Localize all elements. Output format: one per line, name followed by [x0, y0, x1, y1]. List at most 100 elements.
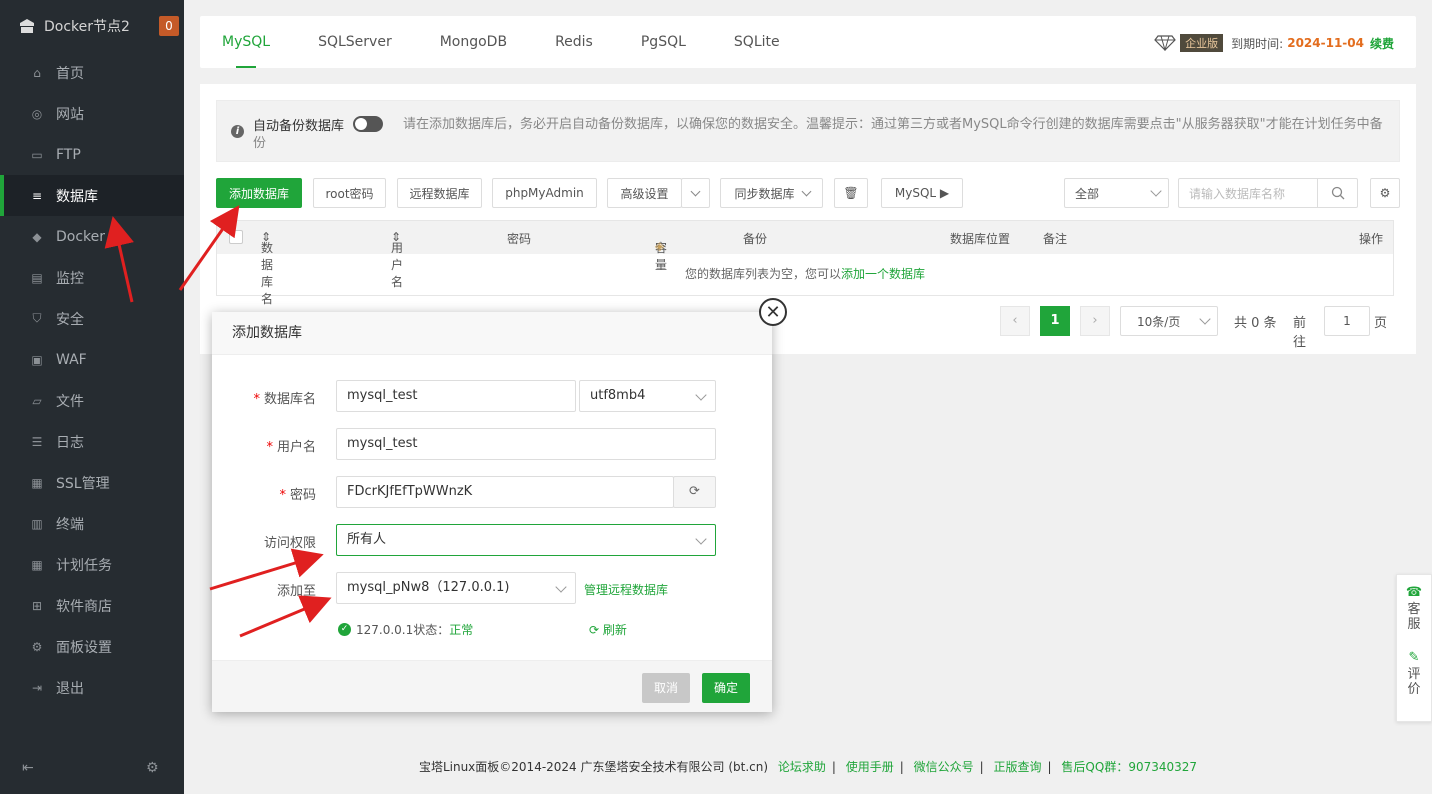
- add-database-button[interactable]: 添加数据库: [216, 178, 302, 208]
- footer-link-wechat[interactable]: 微信公众号: [914, 760, 974, 774]
- access-value: 所有人: [347, 532, 387, 547]
- tab-sqlite[interactable]: SQLite: [708, 16, 802, 68]
- select-all-checkbox[interactable]: [229, 230, 243, 244]
- footer-link-manual[interactable]: 使用手册: [846, 760, 894, 774]
- sidebar-item-log[interactable]: ☰ 日志: [0, 421, 184, 462]
- next-page-button[interactable]: ›: [1080, 306, 1110, 336]
- collapse-menu-icon[interactable]: ⇤: [22, 760, 34, 776]
- add-db-link[interactable]: 添加一个数据库: [841, 267, 925, 281]
- sidebar-item-shield[interactable]: ⛉ 安全: [0, 298, 184, 339]
- customer-service-button[interactable]: ☎ 客服: [1397, 585, 1431, 632]
- sidebar-item-calendar[interactable]: ▦ 计划任务: [0, 544, 184, 585]
- expire-label: 到期时间:: [1231, 36, 1284, 51]
- access-label: 访问权限: [263, 536, 316, 551]
- remote-db-button[interactable]: 远程数据库: [397, 178, 482, 208]
- tab-sqlserver[interactable]: SQLServer: [292, 16, 414, 68]
- refresh-icon: ⟳: [589, 623, 600, 637]
- status-value: 正常: [449, 623, 474, 637]
- empty-text: 您的数据库列表为空，您可以: [684, 267, 841, 281]
- username-label: * 用户名: [266, 440, 316, 455]
- alert-badge[interactable]: 0: [159, 16, 179, 36]
- col-note: 备注: [1043, 232, 1068, 246]
- chevron-down-icon: [1199, 313, 1211, 325]
- cancel-button[interactable]: 取消: [642, 673, 691, 703]
- sidebar-item-logout[interactable]: ⇥ 退出: [0, 667, 184, 708]
- sidebar-item-label: 退出: [56, 680, 84, 697]
- delete-button[interactable]: 🗑: [834, 178, 868, 208]
- sidebar-item-home[interactable]: ⌂ 首页: [0, 52, 184, 93]
- phpmyadmin-button[interactable]: phpMyAdmin: [492, 178, 597, 208]
- edition-info: 企业版 到期时间: 2024-11-04 续费: [1154, 34, 1394, 52]
- root-password-button[interactable]: root密码: [313, 178, 386, 208]
- password-label-text: 密码: [289, 488, 316, 503]
- db-name-input[interactable]: mysql_test: [336, 380, 576, 412]
- col-password: 密码: [507, 232, 532, 246]
- sidebar-settings-icon[interactable]: ⚙: [146, 760, 159, 776]
- col-username[interactable]: 用户名 ⇕: [391, 230, 403, 289]
- add-database-dialog: 添加数据库 * 数据库名 mysql_test utf8mb4 * 用户名 mysq…: [212, 312, 772, 712]
- charset-select[interactable]: utf8mb4: [579, 380, 716, 412]
- chevron-down-icon: [695, 533, 707, 545]
- terminal-icon: ▥: [31, 516, 43, 531]
- sidebar-item-monitor[interactable]: ▤ 监控: [0, 257, 184, 298]
- sidebar-item-apps[interactable]: ⊞ 软件商店: [0, 585, 184, 626]
- table-settings-button[interactable]: ⚙: [1370, 178, 1400, 208]
- footer-link-license[interactable]: 正版查询: [994, 760, 1042, 774]
- access-permission-select[interactable]: 所有人: [336, 524, 716, 556]
- sidebar: Docker节点2 0 ⌂ 首页 ◎ 网站 ▭ FTP ≡ 数据库 ◆ Docker ▤ 监控 ⛉ 安全 ▣…: [0, 0, 184, 794]
- charset-value: utf8mb4: [590, 388, 646, 403]
- page-current[interactable]: 1: [1040, 306, 1070, 336]
- advanced-dropdown-button[interactable]: [681, 178, 710, 208]
- status-text: 127.0.0.1状态：: [356, 623, 450, 637]
- close-dialog-icon[interactable]: ✕: [759, 298, 787, 326]
- service-label: 客服: [1407, 602, 1421, 632]
- sidebar-item-database[interactable]: ≡ 数据库: [0, 175, 184, 216]
- sidebar-item-ssl[interactable]: ▦ SSL管理: [0, 462, 184, 503]
- main-content: MySQL SQLServer MongoDB Redis PgSQL SQLi…: [200, 16, 1416, 354]
- sidebar-item-label: WAF: [56, 351, 87, 368]
- dialog-footer: 取消 确定: [212, 660, 772, 712]
- node-header[interactable]: Docker节点2 0: [0, 0, 184, 52]
- prev-page-button[interactable]: ‹: [1000, 306, 1030, 336]
- sidebar-item-terminal[interactable]: ▥ 终端: [0, 503, 184, 544]
- tab-mysql[interactable]: MySQL: [200, 16, 292, 68]
- sidebar-item-docker[interactable]: ◆ Docker: [0, 216, 184, 257]
- review-button[interactable]: ✎ 评价: [1397, 650, 1431, 697]
- goto-page-input[interactable]: 1: [1324, 306, 1370, 336]
- renew-link[interactable]: 续费: [1370, 35, 1394, 52]
- sync-db-button[interactable]: 同步数据库: [720, 178, 823, 208]
- advanced-settings-button[interactable]: 高级设置: [607, 178, 682, 208]
- regenerate-password-button[interactable]: ⟳: [673, 476, 716, 508]
- footer-link-qq[interactable]: 售后QQ群：907340327: [1061, 760, 1197, 774]
- manage-remote-db-link[interactable]: 管理远程数据库: [584, 581, 668, 598]
- confirm-button[interactable]: 确定: [702, 673, 751, 703]
- globe-icon: ◎: [31, 106, 43, 121]
- refresh-status-button[interactable]: ⟳ 刷新: [589, 621, 627, 638]
- sidebar-item-ftp[interactable]: ▭ FTP: [0, 134, 184, 175]
- backup-notice: i 自动备份数据库 请在添加数据库后，务必开启自动备份数据库，以确保您的数据安全…: [216, 100, 1400, 162]
- sidebar-item-globe[interactable]: ◎ 网站: [0, 93, 184, 134]
- password-input[interactable]: FDcrKJfEfTpWWnzK: [336, 476, 674, 508]
- tab-redis[interactable]: Redis: [529, 16, 615, 68]
- db-type-tabs: MySQL SQLServer MongoDB Redis PgSQL SQLi…: [200, 16, 1416, 68]
- apps-icon: ⊞: [31, 598, 43, 613]
- tab-mongodb[interactable]: MongoDB: [414, 16, 529, 68]
- sidebar-item-folder[interactable]: ▱ 文件: [0, 380, 184, 421]
- bt-logo-icon: [18, 17, 36, 35]
- log-icon: ☰: [31, 434, 43, 449]
- username-input[interactable]: mysql_test: [336, 428, 716, 460]
- search-icon[interactable]: [1317, 179, 1357, 207]
- footer-link-forum[interactable]: 论坛求助: [778, 760, 826, 774]
- db-filter-select[interactable]: 全部: [1064, 178, 1169, 208]
- page-size-select[interactable]: 10条/页: [1120, 306, 1218, 336]
- monitor-icon: ▤: [31, 270, 43, 285]
- col-db-name[interactable]: 数据库名 ⇕: [261, 230, 273, 306]
- sidebar-item-settings[interactable]: ⚙ 面板设置: [0, 626, 184, 667]
- page-suffix: 页: [1374, 316, 1388, 331]
- db-search-input[interactable]: 请输入数据库名称: [1178, 178, 1358, 208]
- target-server-select[interactable]: mysql_pNw8（127.0.0.1): [336, 572, 576, 604]
- page-size-value: 10条/页: [1137, 314, 1181, 329]
- tab-pgsql[interactable]: PgSQL: [615, 16, 708, 68]
- mysql-service-button[interactable]: MySQL ▶: [881, 178, 963, 208]
- sidebar-item-waf[interactable]: ▣ WAF: [0, 339, 184, 380]
